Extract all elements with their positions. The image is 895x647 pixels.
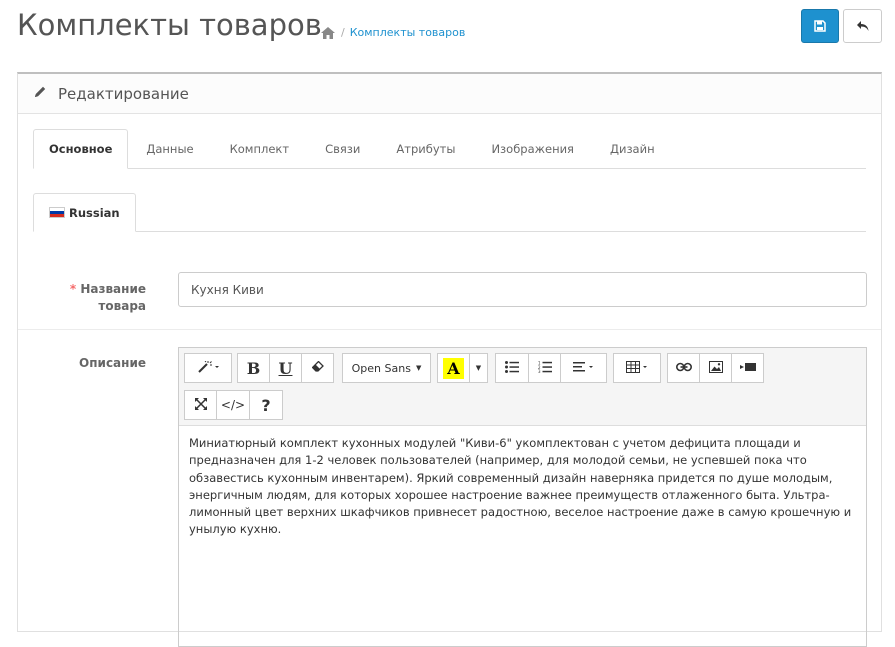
video-button[interactable] bbox=[731, 353, 764, 383]
breadcrumb-item[interactable]: Комплекты товаров bbox=[350, 26, 466, 39]
back-button[interactable] bbox=[843, 9, 882, 43]
ordered-list-button[interactable]: 123 bbox=[528, 353, 561, 383]
expand-icon bbox=[194, 397, 207, 413]
font-family-select[interactable]: Open Sans ▼ bbox=[342, 353, 431, 383]
home-icon[interactable] bbox=[321, 26, 335, 39]
link-button[interactable] bbox=[667, 353, 700, 383]
font-color-button[interactable]: A bbox=[437, 353, 470, 383]
font-color-dropdown[interactable]: ▼ bbox=[469, 353, 488, 383]
tab-links[interactable]: Связи bbox=[307, 129, 378, 169]
editor-toolbar: B U Open Sans ▼ A ▼ 1 2 3 </> ? bbox=[179, 348, 866, 426]
align-left-icon bbox=[572, 361, 595, 376]
name-field-label: * Название товара bbox=[70, 281, 146, 315]
breadcrumb-separator: / bbox=[341, 26, 345, 39]
tab-attributes[interactable]: Атрибуты bbox=[378, 129, 473, 169]
table-icon bbox=[626, 360, 648, 376]
picture-icon bbox=[708, 360, 723, 376]
russia-flag-icon bbox=[49, 207, 65, 218]
clear-format-button[interactable] bbox=[301, 353, 334, 383]
breadcrumb: / Комплекты товаров bbox=[321, 26, 465, 39]
bold-button[interactable]: B bbox=[237, 353, 270, 383]
description-label: Описание bbox=[79, 356, 146, 370]
unordered-list-button[interactable] bbox=[495, 353, 529, 383]
eraser-icon bbox=[311, 360, 324, 375]
name-label-line1: Название bbox=[80, 282, 146, 296]
help-button[interactable]: ? bbox=[249, 390, 283, 420]
description-editor: B U Open Sans ▼ A ▼ 1 2 3 </> ? Миниатюр… bbox=[178, 347, 867, 647]
font-family-value: Open Sans bbox=[351, 361, 411, 375]
video-icon bbox=[739, 361, 756, 375]
tab-general[interactable]: Основное bbox=[33, 129, 129, 169]
list-ol-icon: 123 bbox=[538, 360, 552, 376]
required-mark: * bbox=[69, 282, 77, 296]
fullscreen-button[interactable] bbox=[184, 390, 217, 420]
list-ul-icon bbox=[505, 360, 519, 376]
table-button[interactable] bbox=[613, 353, 661, 383]
magic-wand-icon bbox=[197, 360, 219, 376]
paragraph-align-button[interactable] bbox=[560, 353, 607, 383]
svg-text:3: 3 bbox=[538, 369, 541, 373]
edit-panel: Редактирование Основное Данные Комплект … bbox=[17, 72, 882, 647]
tab-language-russian[interactable]: Russian bbox=[33, 193, 136, 232]
save-icon bbox=[814, 17, 826, 36]
caret-down-icon: ▼ bbox=[415, 364, 422, 372]
language-label: Russian bbox=[69, 205, 120, 220]
tab-bar: Основное Данные Комплект Связи Атрибуты … bbox=[33, 129, 866, 169]
tab-images[interactable]: Изображения bbox=[473, 129, 592, 169]
pencil-icon bbox=[33, 84, 47, 103]
panel-heading: Редактирование bbox=[18, 74, 881, 114]
language-tab-bar: Russian bbox=[33, 193, 866, 232]
reply-icon bbox=[856, 17, 870, 36]
tab-design[interactable]: Дизайн bbox=[592, 129, 673, 169]
tab-data[interactable]: Данные bbox=[128, 129, 211, 169]
form-divider bbox=[18, 329, 881, 330]
image-button[interactable] bbox=[699, 353, 732, 383]
panel-title: Редактирование bbox=[58, 84, 189, 103]
page-title: Комплекты товаров bbox=[17, 8, 322, 42]
tab-kit[interactable]: Комплект bbox=[212, 129, 307, 169]
underline-button[interactable]: U bbox=[269, 353, 302, 383]
link-icon bbox=[675, 361, 692, 375]
editor-content[interactable]: Миниатюрный комплект кухонных модулей "К… bbox=[179, 426, 866, 548]
font-color-a-icon: A bbox=[443, 357, 464, 379]
code-view-button[interactable]: </> bbox=[216, 390, 250, 420]
name-label-line2: товара bbox=[98, 299, 146, 313]
product-name-input[interactable]: Кухня Киви bbox=[178, 272, 867, 307]
save-button[interactable] bbox=[801, 9, 839, 43]
style-dropdown-button[interactable] bbox=[184, 353, 232, 383]
caret-down-icon: ▼ bbox=[475, 364, 482, 372]
